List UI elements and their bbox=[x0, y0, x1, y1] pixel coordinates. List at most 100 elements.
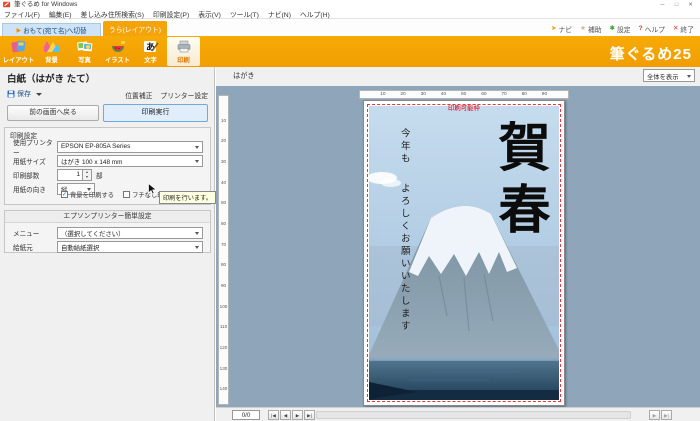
menu-print-settings[interactable]: 印刷設定(P) bbox=[153, 9, 189, 19]
nav-prev-button[interactable]: ◀ bbox=[280, 410, 291, 420]
vertical-ruler: 102030405060708090100110120130140 bbox=[218, 95, 229, 405]
epson-settings-title: エプソンプリンター簡単設定 bbox=[5, 211, 210, 223]
menu-merge-address-search[interactable]: 差し込み住所検索(S) bbox=[81, 9, 144, 19]
save-button[interactable]: 保存 bbox=[7, 89, 42, 99]
tab-row: ▶ おもて(宛て名)へ切替 うら(レイアウト) ➤ナビ ★補助 ✱設定 ?ヘルプ… bbox=[0, 20, 700, 36]
star-icon: ★ bbox=[580, 26, 586, 33]
nav-next2-button[interactable]: ▶ bbox=[649, 410, 660, 420]
record-nav: |◀ ◀ ▶ ▶| bbox=[268, 410, 315, 420]
nav-first-button[interactable]: |◀ bbox=[268, 410, 279, 420]
nav-track bbox=[316, 411, 631, 419]
horizontal-ruler: 102030405060708090 bbox=[359, 90, 569, 99]
chevron-down-icon[interactable] bbox=[36, 93, 42, 96]
text-icon: あ bbox=[143, 39, 159, 54]
chevron-down-icon bbox=[195, 146, 199, 149]
sheet-type-label: はがき bbox=[233, 71, 255, 81]
quick-bar: ➤ナビ ★補助 ✱設定 ?ヘルプ ✕終了 bbox=[551, 24, 694, 34]
menu-select[interactable]: （選択してください） bbox=[57, 227, 203, 239]
chevron-down-icon bbox=[195, 232, 199, 235]
photo-icon bbox=[77, 39, 93, 54]
close-x-icon: ✕ bbox=[673, 26, 678, 33]
menu-navi[interactable]: ナビ(N) bbox=[268, 9, 291, 19]
print-execute-button[interactable]: 印刷実行 bbox=[103, 104, 208, 122]
app-window: 筆ぐるめ for Windows ─ □ ✕ ファイル(F) 編集(E) 差し込… bbox=[0, 0, 700, 421]
printable-area-label: 印刷可能枠 bbox=[364, 103, 564, 112]
greeting-text[interactable]: 今年も よろしくお願いいたします bbox=[397, 128, 411, 333]
paper-size-label: 用紙サイズ bbox=[5, 156, 57, 166]
back-button[interactable]: 前の画面へ戻る bbox=[7, 105, 99, 121]
tab-front-switch[interactable]: ▶ おもて(宛て名)へ切替 bbox=[2, 23, 101, 36]
svg-text:あ: あ bbox=[146, 42, 155, 52]
menu-view[interactable]: 表示(V) bbox=[198, 9, 221, 19]
question-icon: ? bbox=[639, 26, 643, 33]
status-bar: 0/0 |◀ ◀ ▶ ▶| ▶ ▶| bbox=[216, 407, 700, 421]
paper-size-select[interactable]: はがき 100 x 148 mm bbox=[57, 155, 203, 167]
spin-down-icon[interactable]: ▼ bbox=[83, 175, 91, 180]
nav-last-button[interactable]: ▶| bbox=[304, 410, 315, 420]
nav-next-button[interactable]: ▶ bbox=[292, 410, 303, 420]
arrow-right-icon: ▶ bbox=[16, 27, 21, 34]
page-title: 白紙（はがき たて） bbox=[7, 71, 95, 85]
chevron-down-icon bbox=[195, 246, 199, 249]
checkbox-icon[interactable] bbox=[61, 191, 68, 198]
menu-tools[interactable]: ツール(T) bbox=[230, 9, 259, 19]
paper-feed-label: 給紙元 bbox=[5, 242, 57, 252]
copies-input[interactable]: 1 bbox=[57, 169, 83, 181]
toolbar-photo-button[interactable]: 写真 bbox=[68, 37, 101, 66]
toolbar-print-button[interactable]: 印刷 bbox=[167, 37, 200, 66]
menu-help[interactable]: ヘルプ(H) bbox=[300, 9, 330, 19]
calligraphy-gashun[interactable]: 賀春 bbox=[493, 120, 545, 244]
menu-edit[interactable]: 編集(E) bbox=[49, 9, 72, 19]
chevron-down-icon bbox=[687, 75, 691, 78]
canvas-area: はがき 全体を表示 102030405060708090100110120130… bbox=[216, 67, 700, 421]
copies-stepper[interactable]: 1 ▲▼ 部 bbox=[57, 169, 103, 181]
spinner-arrows[interactable]: ▲▼ bbox=[83, 169, 92, 181]
checkbox-print-background[interactable]: 背景を印刷する bbox=[61, 190, 114, 199]
checkbox-icon[interactable] bbox=[123, 191, 130, 198]
close-button[interactable]: ✕ bbox=[684, 1, 697, 9]
mouse-cursor bbox=[148, 183, 157, 195]
menu-bar: ファイル(F) 編集(E) 差し込み住所検索(S) 印刷設定(P) 表示(V) … bbox=[0, 9, 700, 19]
toolbar-illustration-button[interactable]: イラスト bbox=[101, 37, 134, 66]
print-tooltip: 印刷を行います。 bbox=[159, 191, 216, 204]
printer-setup-link[interactable]: プリンター設定 bbox=[160, 90, 208, 100]
paper-feed-select[interactable]: 自動給紙選択 bbox=[57, 241, 203, 253]
illustration-icon bbox=[110, 39, 126, 54]
preview-canvas[interactable]: 102030405060708090100110120130140 102030… bbox=[216, 86, 700, 407]
toolbar-layout-button[interactable]: レイアウト bbox=[2, 37, 35, 66]
toolbar-text-button[interactable]: あ 文字 bbox=[134, 37, 167, 66]
navi-icon: ➤ bbox=[551, 26, 556, 33]
menu-file[interactable]: ファイル(F) bbox=[4, 9, 40, 19]
gear-icon: ✱ bbox=[610, 26, 615, 33]
epson-easy-settings-group: エプソンプリンター簡単設定 メニュー （選択してください） 給紙元 自動給紙選択 bbox=[4, 210, 211, 253]
help-button[interactable]: ?ヘルプ bbox=[639, 24, 665, 34]
minimize-button[interactable]: ─ bbox=[656, 1, 669, 9]
record-nav-right: ▶ ▶| bbox=[649, 410, 672, 420]
maximize-button[interactable]: □ bbox=[670, 1, 683, 9]
left-settings-panel: 白紙（はがき たて） 保存 位置補正 プリンター設定 前の画面へ戻る 印刷実行 … bbox=[0, 67, 215, 421]
settings-button[interactable]: ✱設定 bbox=[610, 24, 631, 34]
tab-back-layout[interactable]: うら(レイアウト) bbox=[103, 21, 167, 36]
print-icon bbox=[176, 39, 192, 54]
copies-unit: 部 bbox=[96, 170, 103, 180]
printer-select[interactable]: EPSON EP-805A Series bbox=[57, 141, 203, 153]
save-icon bbox=[7, 90, 15, 98]
zoom-select[interactable]: 全体を表示 bbox=[643, 69, 695, 82]
toolbar-background-button[interactable]: 背景 bbox=[35, 37, 68, 66]
nav-last2-button[interactable]: ▶| bbox=[661, 410, 672, 420]
position-correct-link[interactable]: 位置補正 bbox=[125, 90, 152, 100]
fuji-photo: 賀春 今年も よろしくお願いいたします bbox=[369, 106, 559, 400]
orientation-label: 用紙の向き bbox=[5, 184, 57, 194]
exit-button[interactable]: ✕終了 bbox=[673, 24, 694, 34]
chevron-down-icon bbox=[195, 160, 199, 163]
canvas-header: はがき 全体を表示 bbox=[216, 67, 700, 86]
brand-logo: 筆ぐるめ25 bbox=[610, 43, 692, 64]
main-toolbar: レイアウト 背景 写真 イラスト あ 文字 印刷 筆ぐるめ25 bbox=[0, 36, 700, 67]
postcard-preview[interactable]: 賀春 今年も よろしくお願いいたします 印刷可能枠 bbox=[363, 100, 565, 406]
app-icon bbox=[3, 1, 11, 8]
assist-button[interactable]: ★補助 bbox=[580, 24, 601, 34]
record-counter: 0/0 bbox=[232, 410, 260, 420]
layout-icon bbox=[11, 39, 27, 54]
navi-button[interactable]: ➤ナビ bbox=[551, 24, 572, 34]
menu-label: メニュー bbox=[5, 228, 57, 238]
